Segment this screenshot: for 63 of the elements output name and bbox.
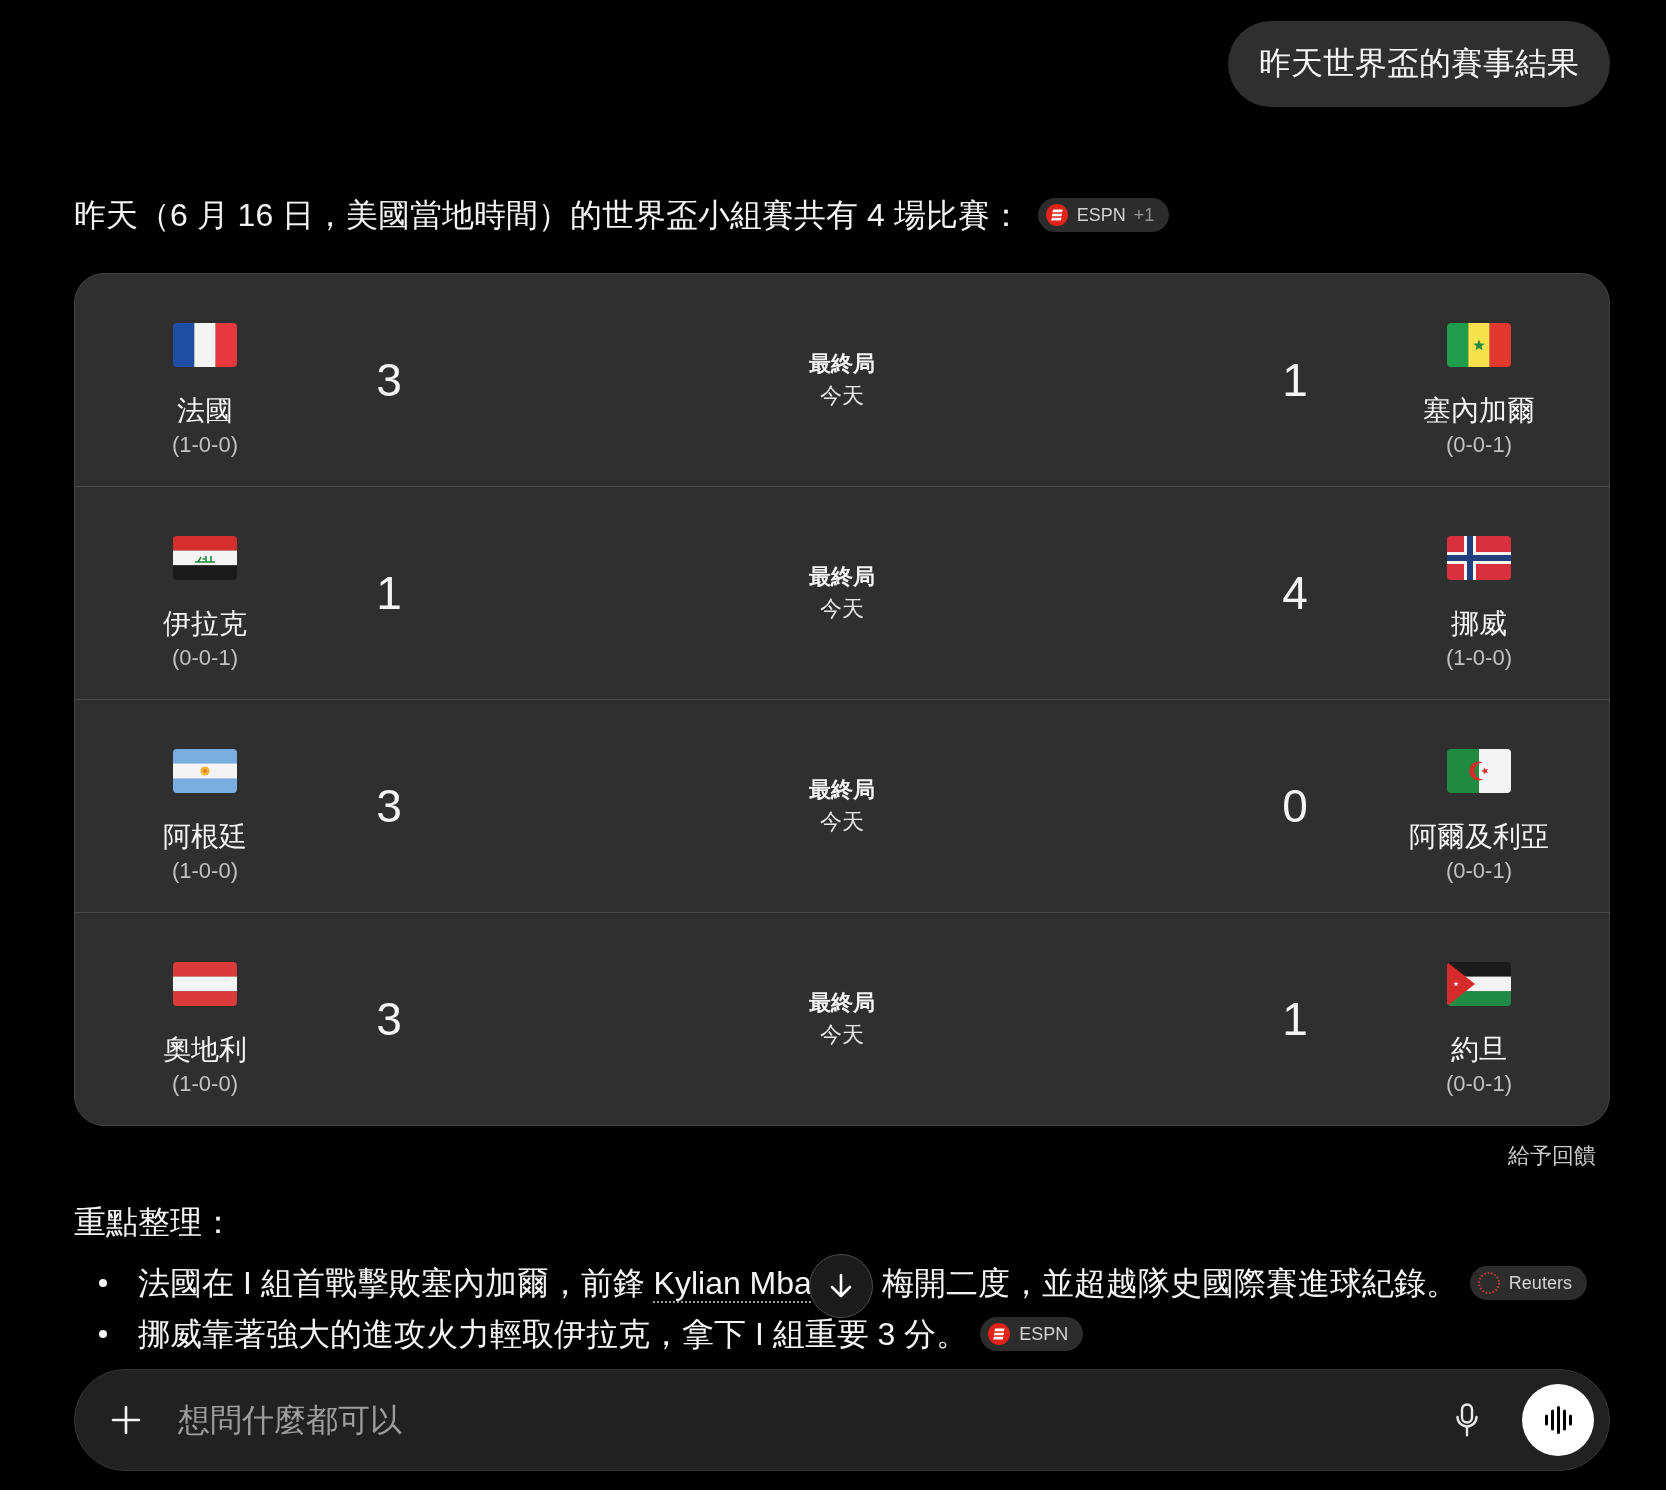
team-record: (0-0-1)	[1446, 857, 1512, 885]
team-score: 0	[1282, 779, 1308, 834]
team-record: (1-0-0)	[1446, 644, 1512, 672]
algeria-flag-icon	[1447, 749, 1511, 793]
team-name: 法國	[177, 394, 233, 428]
user-message: 昨天世界盃的賽事結果	[1228, 21, 1610, 107]
match-status: 最終局	[809, 776, 875, 804]
team-name: 奧地利	[163, 1033, 247, 1067]
argentina-flag-icon	[173, 749, 237, 793]
match-date: 今天	[820, 1021, 864, 1049]
match-status: 最終局	[809, 989, 875, 1017]
bullet-icon	[99, 1279, 107, 1287]
feedback-link[interactable]: 給予回饋	[1508, 1141, 1596, 1171]
message-input[interactable]: 想問什麼都可以	[178, 1395, 1454, 1445]
team-record: (1-0-0)	[172, 1070, 238, 1098]
team-record: (1-0-0)	[172, 857, 238, 885]
dotted-ring-icon	[1477, 1272, 1500, 1294]
summary-heading: 重點整理：	[74, 1203, 234, 1242]
bullet-icon	[99, 1330, 107, 1338]
team-record: (1-0-0)	[172, 431, 238, 459]
jordan-flag-icon	[1447, 962, 1511, 1006]
match-status: 最終局	[809, 563, 875, 591]
source-chip[interactable]: ESPN +1	[1037, 198, 1170, 232]
team-record: (0-0-1)	[1446, 431, 1512, 459]
intro-text: 昨天（6 月 16 日，美國當地時間）的世界盃小組賽共有 4 場比賽：	[74, 196, 1022, 235]
player-link[interactable]: Kylian Mba	[653, 1265, 812, 1301]
source-chip[interactable]: Reuters	[1469, 1266, 1587, 1300]
team-score: 3	[376, 353, 402, 408]
source-chip[interactable]: ESPN	[980, 1317, 1084, 1351]
bullet-text: 挪威靠著強大的進攻火力輕取伊拉克，拿下 I 組重要 3 分。	[138, 1315, 969, 1354]
bullet-text: 法國在 I 組首戰擊敗塞內加爾，前鋒 Kylian Mba 梅開二度，並超越隊史國際賽進球紀錄。	[138, 1258, 1458, 1308]
match-date: 今天	[820, 808, 864, 836]
team-name: 約旦	[1451, 1033, 1507, 1067]
waveform-icon	[1544, 1406, 1572, 1434]
plus-icon	[111, 1405, 141, 1435]
team-name: 塞內加爾	[1423, 394, 1535, 428]
norway-flag-icon	[1447, 536, 1511, 580]
match-date: 今天	[820, 382, 864, 410]
france-flag-icon	[173, 323, 237, 367]
microphone-icon	[1455, 1403, 1479, 1437]
match-status: 最終局	[809, 350, 875, 378]
iraq-flag-icon	[173, 536, 237, 580]
senegal-flag-icon	[1447, 323, 1511, 367]
team-record: (0-0-1)	[172, 644, 238, 672]
match-date: 今天	[820, 595, 864, 623]
team-score: 1	[376, 566, 402, 621]
logo-icon	[1045, 204, 1068, 226]
add-button[interactable]	[110, 1404, 142, 1436]
team-name: 阿爾及利亞	[1409, 820, 1549, 854]
team-score: 1	[1282, 353, 1308, 408]
team-name: 伊拉克	[163, 607, 247, 641]
logo-icon	[988, 1323, 1011, 1345]
composer-bar[interactable]: 想問什麼都可以	[74, 1369, 1610, 1471]
team-score: 1	[1282, 992, 1308, 1047]
team-score: 3	[376, 992, 402, 1047]
voice-button[interactable]	[1522, 1384, 1594, 1456]
austria-flag-icon	[173, 962, 237, 1006]
team-name: 阿根廷	[163, 820, 247, 854]
team-score: 3	[376, 779, 402, 834]
microphone-button[interactable]	[1454, 1402, 1480, 1438]
team-name: 挪威	[1451, 607, 1507, 641]
team-record: (0-0-1)	[1446, 1070, 1512, 1098]
team-score: 4	[1282, 566, 1308, 621]
